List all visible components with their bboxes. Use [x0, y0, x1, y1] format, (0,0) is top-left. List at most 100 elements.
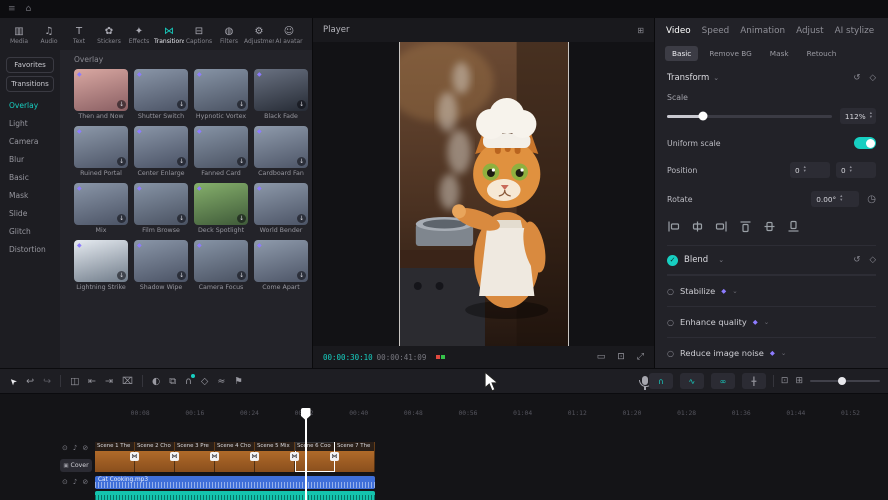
inspector-subtab[interactable]: Remove BG — [702, 46, 758, 61]
preview-axis-toggle[interactable]: ╋ — [742, 373, 766, 389]
crop-icon[interactable]: ⧉ — [169, 376, 176, 387]
marker-flag-icon[interactable]: ⚑ — [234, 376, 243, 387]
sidebar-category[interactable]: Light — [0, 114, 60, 132]
split-icon[interactable]: ◫ — [70, 376, 79, 387]
blend-checkbox[interactable]: ✓ — [667, 255, 678, 266]
fit-preview-icon[interactable]: ⊡ — [617, 352, 625, 362]
audio-clip[interactable]: Cat Cooking.mp3 — [95, 476, 375, 489]
link-toggle[interactable]: ∞ — [711, 373, 735, 389]
video-clip[interactable]: Scene 2 Cho — [135, 442, 175, 472]
library-toolbar-item[interactable]: ◍ Filters — [214, 20, 244, 50]
effect-toggle-row[interactable]: ○ Reduce image noise ◆ ⌄ — [667, 337, 876, 368]
magnet-icon[interactable]: ∩ — [185, 376, 192, 387]
mute-track-icon[interactable]: ♪ — [73, 444, 77, 452]
inspector-tab[interactable]: Animation — [740, 26, 785, 36]
library-toolbar-item[interactable]: ✦ Effects — [124, 20, 154, 50]
video-preview[interactable] — [399, 42, 569, 346]
align-top-icon[interactable] — [739, 220, 752, 233]
scale-slider[interactable] — [667, 115, 832, 118]
effect-toggle-row[interactable]: ○ Enhance quality ◆ ⌄ — [667, 306, 876, 337]
transition-marker-icon[interactable]: ⋈ — [210, 452, 219, 461]
timeline-grid-icon[interactable]: ⊞ — [795, 376, 803, 386]
sidebar-category[interactable]: Slide — [0, 204, 60, 222]
music-clip[interactable] — [95, 491, 375, 500]
library-toolbar-item[interactable]: ✿ Stickers — [94, 20, 124, 50]
effect-checkbox[interactable]: ○ — [667, 287, 674, 296]
sidebar-pinned-button[interactable]: Favorites — [6, 57, 54, 73]
menu-icon[interactable]: ≡ — [8, 4, 16, 14]
video-clip[interactable]: Scene 6 Coo — [295, 442, 335, 472]
player-menu-icon[interactable]: ⊞ — [637, 26, 644, 35]
transition-item[interactable]: ◆ ↓ Cardboard Fan — [254, 126, 308, 183]
keyframe-icon[interactable]: ◇ — [201, 376, 208, 387]
inspector-subtab[interactable]: Basic — [665, 46, 698, 61]
lock-track-icon[interactable]: ⊘ — [82, 478, 88, 486]
inspector-subtab[interactable]: Mask — [763, 46, 796, 61]
video-clip[interactable]: Scene 3 Pre — [175, 442, 215, 472]
sidebar-category[interactable]: Mask — [0, 186, 60, 204]
preview-quality-icon[interactable] — [436, 355, 445, 359]
canvas-ratio-icon[interactable]: ▭ — [597, 352, 606, 362]
download-icon[interactable]: ↓ — [237, 271, 246, 280]
align-left-icon[interactable] — [667, 220, 680, 233]
align-center-horizontal-icon[interactable] — [691, 220, 704, 233]
transition-item[interactable]: ◆ ↓ Shutter Switch — [134, 69, 188, 126]
transition-item[interactable]: ◆ ↓ Deck Spotlight — [194, 183, 248, 240]
inspector-tab[interactable]: Video — [666, 26, 691, 36]
sidebar-category[interactable]: Blur — [0, 150, 60, 168]
scale-stepper[interactable]: 112% ▴▾ — [840, 108, 876, 124]
transition-item[interactable]: ◆ ↓ Fanned Card — [194, 126, 248, 183]
download-icon[interactable]: ↓ — [237, 100, 246, 109]
video-clip[interactable]: Scene 5 Mix — [255, 442, 295, 472]
position-x-stepper[interactable]: 0 ▴▾ — [790, 162, 830, 178]
download-icon[interactable]: ↓ — [297, 157, 306, 166]
transition-item[interactable]: ◆ ↓ Ruined Portal — [74, 126, 128, 183]
library-toolbar-item[interactable]: ⚙ Adjustment — [244, 20, 274, 50]
transition-item[interactable]: ◆ ↓ Film Browse — [134, 183, 188, 240]
undo-icon[interactable]: ↩ — [26, 376, 34, 387]
mute-track-icon[interactable]: ♪ — [73, 478, 77, 486]
transition-item[interactable]: ◆ ↓ Hypnotic Vortex — [194, 69, 248, 126]
download-icon[interactable]: ↓ — [117, 214, 126, 223]
trim-left-icon[interactable]: ⇤ — [88, 376, 96, 387]
trim-right-icon[interactable]: ⇥ — [105, 376, 113, 387]
effect-checkbox[interactable]: ○ — [667, 349, 674, 358]
home-icon[interactable]: ⌂ — [26, 4, 32, 14]
align-right-icon[interactable] — [715, 220, 728, 233]
sidebar-category[interactable]: Camera — [0, 132, 60, 150]
transition-marker-icon[interactable]: ⋈ — [330, 452, 339, 461]
library-toolbar-item[interactable]: ☺ AI avatar — [274, 20, 304, 50]
library-toolbar-item[interactable]: T Text — [64, 20, 94, 50]
inspector-tab[interactable]: Speed — [702, 26, 730, 36]
cover-button[interactable]: ▣ Cover — [60, 459, 92, 472]
audio-wave-icon[interactable]: ≈ — [217, 376, 225, 387]
fit-timeline-icon[interactable]: ⊡ — [781, 376, 789, 386]
video-clip[interactable]: Scene 1 The — [95, 442, 135, 472]
transform-section-header[interactable]: Transform ⌄ ↺ ◇ — [667, 73, 876, 83]
inspector-subtab[interactable]: Retouch — [800, 46, 844, 61]
download-icon[interactable]: ↓ — [297, 100, 306, 109]
align-bottom-icon[interactable] — [787, 220, 800, 233]
effect-checkbox[interactable]: ○ — [667, 318, 674, 327]
video-clip[interactable]: Scene 7 The — [335, 442, 375, 472]
sidebar-category[interactable]: Basic — [0, 168, 60, 186]
transition-item[interactable]: ◆ ↓ Camera Focus — [194, 240, 248, 297]
inspector-tab[interactable]: AI stylize — [835, 26, 875, 36]
position-y-stepper[interactable]: 0 ▴▾ — [836, 162, 876, 178]
library-toolbar-item[interactable]: ⋈ Transitions — [154, 20, 184, 50]
main-track-magnet-toggle[interactable]: ∩ — [649, 373, 673, 389]
transition-item[interactable]: ◆ ↓ World Bender — [254, 183, 308, 240]
transition-item[interactable]: ◆ ↓ Center Enlarge — [134, 126, 188, 183]
transition-item[interactable]: ◆ ↓ Mix — [74, 183, 128, 240]
inspector-tab[interactable]: Adjust — [796, 26, 824, 36]
transition-item[interactable]: ◆ ↓ Then and Now — [74, 69, 128, 126]
redo-icon[interactable]: ↪ — [43, 376, 51, 387]
keyframe-icon[interactable]: ◇ — [869, 73, 876, 83]
download-icon[interactable]: ↓ — [117, 271, 126, 280]
transition-item[interactable]: ◆ ↓ Shadow Wipe — [134, 240, 188, 297]
rotate-stepper[interactable]: 0.00° ▴▾ — [811, 191, 859, 207]
rotate-dial-icon[interactable]: ◷ — [867, 194, 876, 205]
transition-item[interactable]: ◆ ↓ Come Apart — [254, 240, 308, 297]
sidebar-category[interactable]: Glitch — [0, 222, 60, 240]
sidebar-category[interactable]: Distortion — [0, 240, 60, 258]
